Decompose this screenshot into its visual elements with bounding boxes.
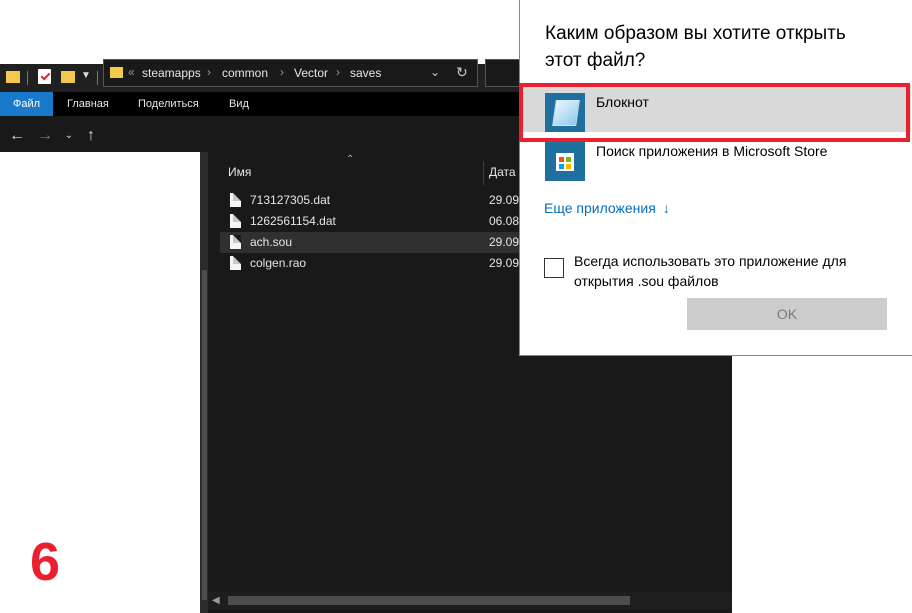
refresh-icon[interactable]: ↻ xyxy=(456,64,468,81)
properties-icon[interactable] xyxy=(38,69,51,84)
file-name: 1262561154.dat xyxy=(250,214,336,228)
breadcrumb-common[interactable]: common xyxy=(222,66,268,80)
highlight-frame xyxy=(519,83,910,142)
always-use-checkbox[interactable] xyxy=(544,258,564,278)
forward-arrow-icon[interactable]: → xyxy=(36,126,54,146)
file-icon xyxy=(230,235,241,249)
step-number: 6 xyxy=(30,532,61,592)
file-date: 29.09. xyxy=(489,193,523,207)
more-apps-link[interactable]: Еще приложения ↓ xyxy=(544,200,670,216)
file-date: 29.09. xyxy=(489,235,523,249)
open-with-dialog: Каким образом вы хотите открыть этот фай… xyxy=(519,0,912,356)
column-separator[interactable] xyxy=(483,161,484,185)
overflow-chevron-icon[interactable]: « xyxy=(128,65,135,79)
tab-home[interactable]: Главная xyxy=(67,92,109,116)
file-icon xyxy=(230,193,241,207)
file-date: 06.08. xyxy=(489,214,523,228)
file-name: 713127305.dat xyxy=(250,193,331,207)
more-apps-label: Еще приложения xyxy=(544,200,656,216)
divider xyxy=(27,71,28,85)
divider xyxy=(97,71,98,85)
app-label: Поиск приложения в Microsoft Store xyxy=(596,143,828,159)
breadcrumb-separator-icon[interactable]: › xyxy=(280,65,284,79)
tab-view[interactable]: Вид xyxy=(229,92,249,116)
horizontal-scroll-thumb[interactable] xyxy=(228,596,630,605)
breadcrumb-separator-icon[interactable]: › xyxy=(336,65,340,79)
up-arrow-icon[interactable]: ↑ xyxy=(82,126,100,146)
ok-button[interactable]: OK xyxy=(687,298,887,330)
file-name: colgen.rao xyxy=(250,256,307,270)
scroll-left-icon[interactable]: ◀ xyxy=(212,592,220,609)
breadcrumb-vector[interactable]: Vector xyxy=(294,66,328,80)
store-icon xyxy=(545,142,585,181)
navigation-pane-scroll-thumb[interactable] xyxy=(202,270,207,600)
tab-file[interactable]: Файл xyxy=(0,92,53,116)
breadcrumb-separator-icon[interactable]: › xyxy=(207,65,211,79)
folder-icon xyxy=(6,71,20,83)
back-arrow-icon[interactable]: ← xyxy=(8,126,26,146)
tab-share[interactable]: Поделиться xyxy=(138,92,199,116)
column-name[interactable]: Имя xyxy=(228,165,251,179)
recent-chevron-icon[interactable]: ⌄ xyxy=(60,126,78,146)
address-dropdown-icon[interactable]: ⌄ xyxy=(430,65,440,79)
file-name: ach.sou xyxy=(250,235,293,249)
breadcrumb-saves[interactable]: saves xyxy=(350,66,381,80)
file-icon xyxy=(230,214,241,228)
breadcrumb-steamapps[interactable]: steamapps xyxy=(142,66,201,80)
dropdown-icon[interactable]: ▼ xyxy=(81,70,91,81)
dialog-title: Каким образом вы хотите открыть этот фай… xyxy=(545,23,846,71)
file-date: 29.09. xyxy=(489,256,523,270)
arrow-down-icon: ↓ xyxy=(662,200,670,216)
address-bar[interactable]: « steamapps › common › Vector › saves ⌄ … xyxy=(103,59,478,87)
always-use-label: Всегда использовать это приложение для о… xyxy=(574,253,847,289)
new-folder-icon[interactable] xyxy=(61,71,75,83)
folder-icon xyxy=(110,67,123,78)
file-icon xyxy=(230,256,241,270)
sort-ascending-icon: ⌃ xyxy=(346,154,355,165)
